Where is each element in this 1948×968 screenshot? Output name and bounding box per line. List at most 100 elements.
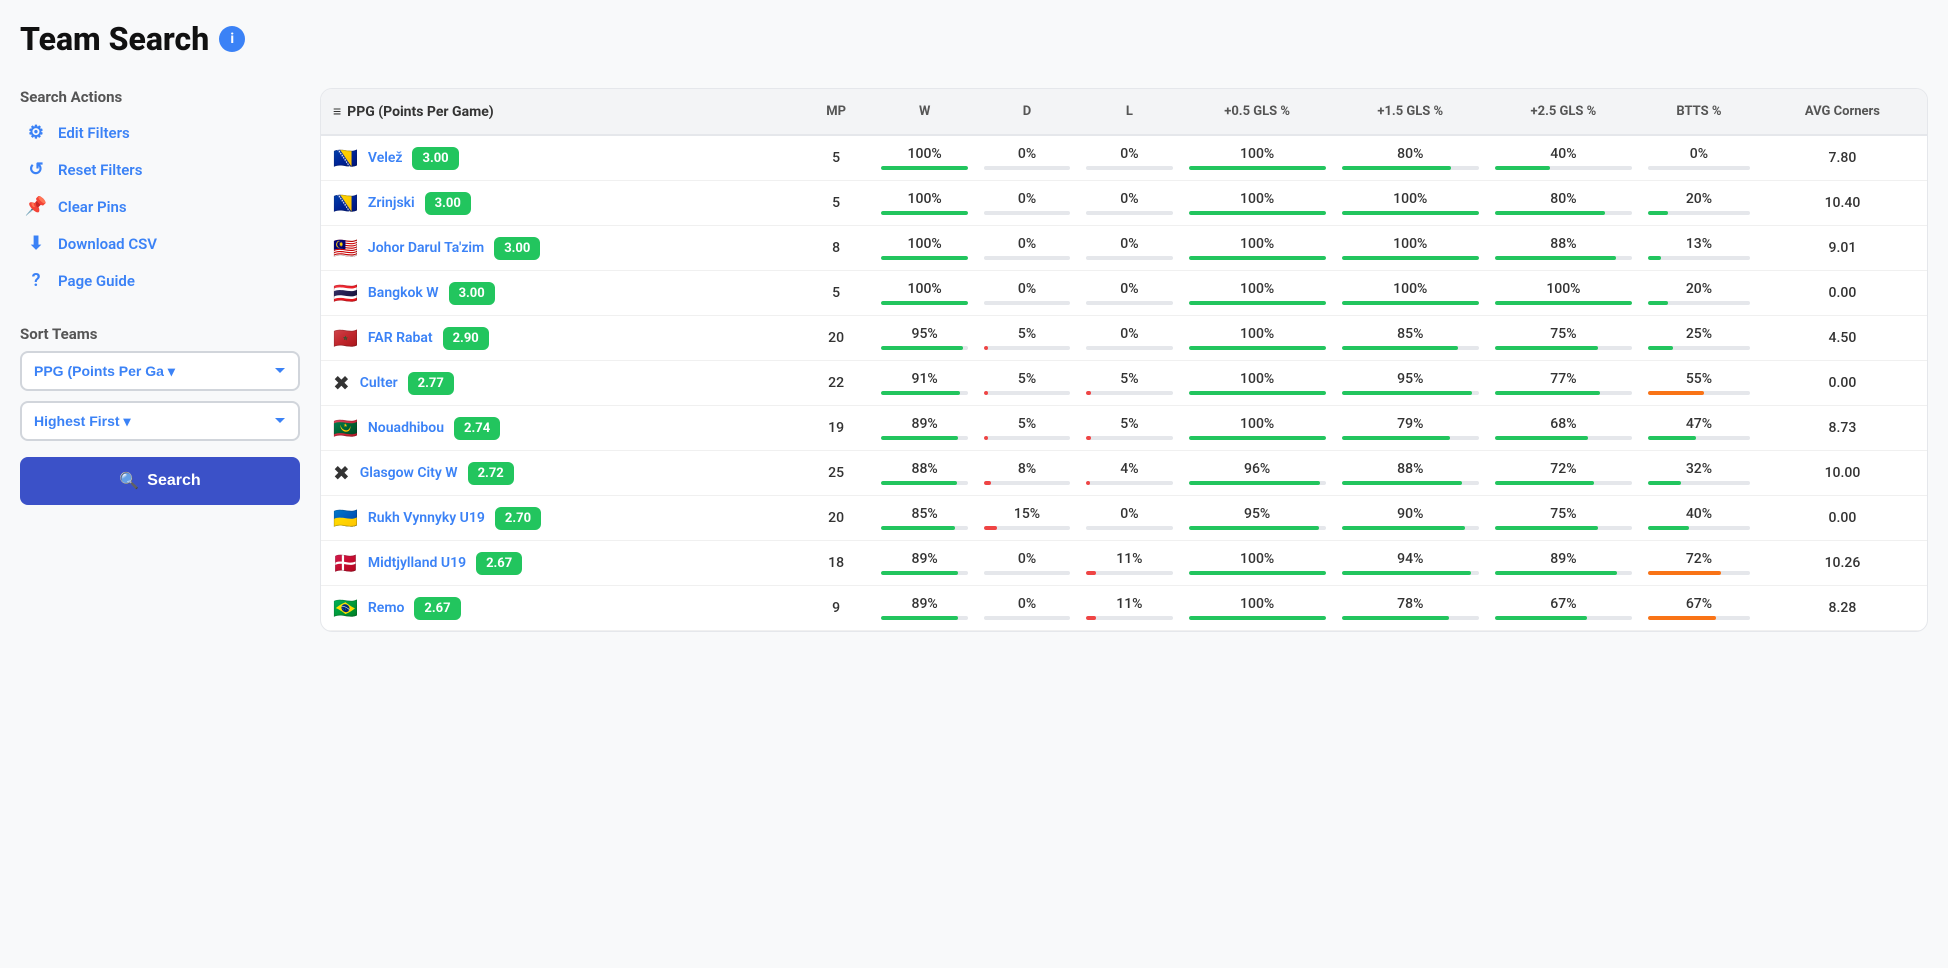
mp-cell: 5 [799, 135, 874, 181]
page-guide-label: Page Guide [58, 272, 135, 290]
team-name[interactable]: FAR Rabat [368, 330, 433, 346]
table-cell: 5% [1078, 406, 1180, 451]
team-cell: ✖Glasgow City W2.72 [321, 451, 799, 496]
col-header-btts[interactable]: BTTS % [1640, 89, 1758, 135]
table-cell: 100% [1181, 541, 1334, 586]
table-cell: 100% [1181, 226, 1334, 271]
table-cell: 85% [1334, 316, 1487, 361]
team-name[interactable]: Bangkok W [368, 285, 439, 301]
sort-teams-label: Sort Teams [20, 325, 300, 343]
table-cell: 0% [1078, 496, 1180, 541]
avg-corners-cell: 10.26 [1758, 541, 1927, 586]
sidebar-action-page-guide[interactable]: ? Page Guide [20, 262, 300, 299]
table-cell: 95% [1181, 496, 1334, 541]
table-cell: 100% [1181, 586, 1334, 631]
table-row: 🇲🇦FAR Rabat2.902095%5%0%100%85%75%25%4.5… [321, 316, 1927, 361]
sort-order-select[interactable]: Highest First ▾ [20, 401, 300, 441]
team-name[interactable]: Zrinjski [368, 195, 415, 211]
team-flag: ✖ [333, 371, 350, 395]
mp-cell: 5 [799, 181, 874, 226]
table-body: 🇧🇦Velež3.005100%0%0%100%80%40%0%7.80🇧🇦Zr… [321, 135, 1927, 631]
mp-cell: 19 [799, 406, 874, 451]
mp-cell: 18 [799, 541, 874, 586]
col-header-25gls[interactable]: +2.5 GLS % [1487, 89, 1640, 135]
table-row: ✖Glasgow City W2.722588%8%4%96%88%72%32%… [321, 451, 1927, 496]
team-name[interactable]: Glasgow City W [360, 465, 458, 481]
col-header-l[interactable]: L [1078, 89, 1180, 135]
table-cell: 5% [976, 406, 1078, 451]
col-header-15gls[interactable]: +1.5 GLS % [1334, 89, 1487, 135]
table-cell: 100% [873, 135, 975, 181]
team-name[interactable]: Culter [360, 375, 398, 391]
table-cell: 67% [1487, 586, 1640, 631]
team-cell: 🇹🇭 Bangkok W 3.00 [321, 271, 799, 316]
table-cell: 85% [873, 496, 975, 541]
table-cell: 100% [873, 181, 975, 226]
reset-filters-icon: ↺ [24, 159, 48, 180]
page-guide-icon: ? [24, 270, 48, 291]
table-cell: 88% [1334, 451, 1487, 496]
team-name[interactable]: Velež [368, 150, 403, 166]
table-cell: 8% [976, 451, 1078, 496]
table-cell: 100% [1181, 135, 1334, 181]
col-header-w[interactable]: W [873, 89, 975, 135]
table-row: 🇩🇰Midtjylland U192.671889%0%11%100%94%89… [321, 541, 1927, 586]
table-cell: 89% [873, 541, 975, 586]
table-cell: 25% [1640, 316, 1758, 361]
col-header-avgcorners[interactable]: AVG Corners [1758, 89, 1927, 135]
table-cell: 0% [1078, 316, 1180, 361]
col-team-label: PPG (Points Per Game) [347, 104, 494, 120]
table-cell: 11% [1078, 586, 1180, 631]
mp-cell: 9 [799, 586, 874, 631]
ppg-badge: 2.67 [414, 597, 460, 620]
table-cell: 100% [1181, 181, 1334, 226]
ppg-badge: 3.00 [449, 282, 495, 305]
sidebar-action-reset-filters[interactable]: ↺Reset Filters [20, 151, 300, 188]
avg-corners-cell: 4.50 [1758, 316, 1927, 361]
team-flag: 🇧🇷 [333, 596, 358, 620]
ppg-badge: 2.67 [476, 552, 522, 575]
team-flag: 🇹🇭 [333, 281, 358, 305]
team-name[interactable]: Rukh Vynnyky U19 [368, 510, 485, 526]
table-cell: 91% [873, 361, 975, 406]
table-row: 🇹🇭Bangkok W3.005100%0%0%100%100%100%20%0… [321, 271, 1927, 316]
table-cell: 95% [873, 316, 975, 361]
table-cell: 67% [1640, 586, 1758, 631]
mp-cell: 5 [799, 271, 874, 316]
team-name[interactable]: Johor Darul Ta'zim [368, 240, 484, 256]
download-csv-label: Download CSV [58, 235, 157, 253]
info-icon[interactable]: i [219, 26, 245, 52]
table-cell: 32% [1640, 451, 1758, 496]
search-button[interactable]: 🔍 Search [20, 457, 300, 505]
table-cell: 88% [873, 451, 975, 496]
sidebar-action-edit-filters[interactable]: ⚙Edit Filters [20, 114, 300, 151]
col-header-team[interactable]: ≡ PPG (Points Per Game) [321, 89, 799, 135]
team-name[interactable]: Midtjylland U19 [368, 555, 466, 571]
team-name[interactable]: Nouadhibou [368, 420, 444, 436]
col-header-mp[interactable]: MP [799, 89, 874, 135]
table-cell: 100% [1181, 361, 1334, 406]
table-cell: 72% [1487, 451, 1640, 496]
search-icon: 🔍 [119, 471, 139, 491]
col-header-d[interactable]: D [976, 89, 1078, 135]
sidebar-action-clear-pins[interactable]: 📌Clear Pins [20, 188, 300, 225]
team-cell: 🇩🇰 Midtjylland U19 2.67 [321, 541, 799, 586]
sort-field-select[interactable]: PPG (Points Per Ga ▾ [20, 351, 300, 391]
table-cell: 100% [1487, 271, 1640, 316]
team-name[interactable]: Remo [368, 600, 405, 616]
team-flag: 🇲🇦 [333, 326, 358, 350]
team-flag: 🇩🇰 [333, 551, 358, 575]
table-cell: 0% [1640, 135, 1758, 181]
table-cell: 79% [1334, 406, 1487, 451]
table-cell: 15% [976, 496, 1078, 541]
table-cell: 40% [1640, 496, 1758, 541]
table-cell: 11% [1078, 541, 1180, 586]
avg-corners-cell: 0.00 [1758, 361, 1927, 406]
sidebar-action-download-csv[interactable]: ⬇Download CSV [20, 225, 300, 262]
team-flag: 🇧🇦 [333, 191, 358, 215]
table-row: 🇲🇾Johor Darul Ta'zim3.008100%0%0%100%100… [321, 226, 1927, 271]
team-cell: 🇺🇦Rukh Vynnyky U192.70 [321, 496, 799, 541]
mp-cell: 25 [799, 451, 874, 496]
table-cell: 0% [1078, 135, 1180, 181]
col-header-05gls[interactable]: +0.5 GLS % [1181, 89, 1334, 135]
